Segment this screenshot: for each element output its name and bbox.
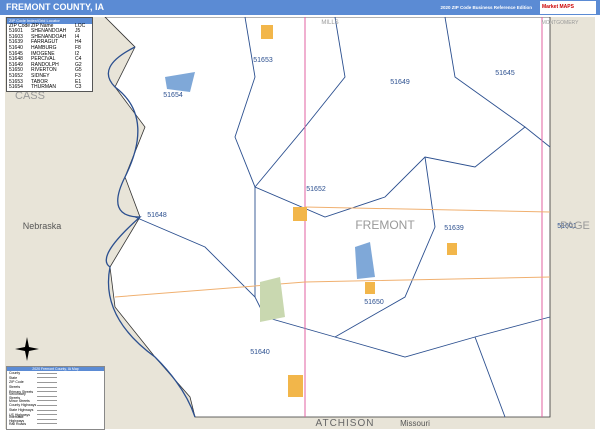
neighbor-label-south: ATCHISON [316, 418, 375, 429]
zip-label: 51652 [306, 186, 326, 193]
zip-index-table: ZIP Code Index/Grid Locator ZIP Code ZIP… [6, 17, 93, 92]
legend-swatch [37, 418, 57, 420]
neighbor-label: MILLS [321, 20, 338, 26]
logo: Market MAPS [540, 1, 596, 14]
zip-label: 51640 [250, 349, 270, 356]
legend-swatch [37, 404, 57, 406]
zip-label: 51645 [495, 70, 515, 77]
neighbor-label: PAGE [560, 220, 590, 232]
edition-label: 2020 ZIP Code Business Reference Edition [440, 5, 532, 10]
neighbor-label: CASS [15, 90, 45, 102]
legend-swatch [37, 400, 57, 402]
zip-label: 51649 [390, 79, 410, 86]
neighbor-label: MONTGOMERY [542, 20, 580, 26]
state-label: Missouri [400, 419, 430, 428]
county-label: FREMONT [355, 218, 415, 232]
legend-swatch [37, 381, 57, 383]
legend-swatch [37, 386, 57, 388]
legend-swatch [37, 372, 57, 374]
legend-swatch [37, 391, 57, 393]
legend-item: Rail Roads [7, 422, 104, 427]
legend-swatch [37, 395, 57, 397]
zip-label: 51639 [444, 225, 464, 232]
zip-label: 51650 [364, 299, 384, 306]
header-bar: FREMONT COUNTY, IA 2020 ZIP Code Busines… [0, 0, 600, 15]
legend-swatch [37, 414, 57, 416]
legend-swatch [37, 377, 57, 379]
zip-label: 51653 [253, 57, 273, 64]
state-label: Nebraska [23, 221, 62, 231]
zip-label: 51648 [147, 212, 167, 219]
legend-swatch [37, 423, 57, 425]
zip-label: 51654 [163, 92, 183, 99]
map-title: FREMONT COUNTY, IA [6, 2, 104, 12]
table-row: 51654 THURMAN C3 [9, 84, 82, 91]
map-legend: 2020 Fremont County, IA Map County State Z… [6, 366, 105, 430]
legend-swatch [37, 409, 57, 411]
